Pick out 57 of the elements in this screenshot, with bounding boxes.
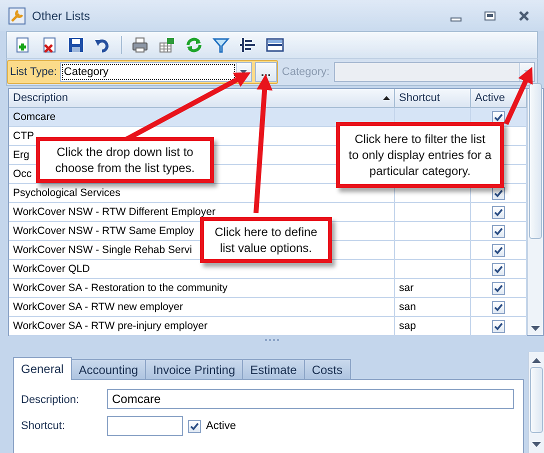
scroll-down-icon[interactable] [531,326,540,331]
maximize-icon[interactable] [484,10,496,22]
column-header[interactable]: Description [9,89,395,108]
filter-icon[interactable] [212,36,230,54]
tab[interactable]: General [13,357,72,380]
shortcut-field[interactable] [107,416,183,436]
caret-icon [240,70,248,74]
printer-icon[interactable] [131,36,149,54]
scroll-down-icon[interactable] [532,442,541,447]
table-cell: WorkCover SA - RTW new employer [9,298,395,317]
checkbox[interactable] [492,320,505,332]
tab[interactable]: Estimate [242,359,305,379]
tab[interactable]: Invoice Printing [145,359,244,379]
scroll-thumb[interactable] [530,367,543,433]
table-cell: sap [395,317,471,336]
description-field[interactable]: Comcare [107,389,514,409]
wrench-icon [8,6,26,24]
caret-icon [524,70,530,74]
field-label: Shortcut: [21,419,66,434]
checkbox[interactable] [492,224,505,238]
align-icon[interactable] [239,36,257,54]
checkbox-label: Active [206,420,236,432]
table-cell: san [395,298,471,317]
list-type-label: List Type: [10,66,57,78]
category-label: Category: [282,66,330,78]
sort-ascending-icon [383,96,390,100]
field-label: Description: [21,393,80,408]
callout: Click here to filter the list to only display entries for a particular category. [336,122,504,188]
checkbox[interactable] [492,206,505,218]
checkbox[interactable] [492,262,505,276]
scrollbar[interactable] [528,352,544,453]
save-icon[interactable] [67,36,85,54]
checkbox[interactable] [492,282,505,294]
checkbox[interactable] [492,300,505,314]
tab[interactable]: Accounting [70,359,146,379]
list-type-dropdown[interactable]: Category [60,62,252,82]
scroll-thumb[interactable] [529,83,542,239]
table-cell: Comcare [9,108,395,127]
arrow [504,66,533,126]
checkbox[interactable] [492,244,505,256]
checkbox[interactable] [492,110,505,124]
table-cell: sar [395,279,471,298]
column-header[interactable]: Shortcut [395,89,471,108]
checkbox[interactable] [188,420,201,432]
table-cell: WorkCover SA - Restoration to the community [9,279,395,298]
callout: Click the drop down list to choose from the list types. [36,137,214,183]
refresh-icon[interactable] [185,36,203,54]
tab[interactable]: Costs [304,359,350,379]
window-title: Other Lists [32,8,92,22]
callout: Click here to define list value options. [200,217,332,263]
scroll-up-icon[interactable] [532,358,541,363]
close-icon[interactable] [518,10,530,22]
table-cell: WorkCover SA - RTW pre-injury employer [9,317,395,336]
category-dropdown[interactable] [334,62,535,82]
column-header[interactable]: Active [471,89,527,108]
panel-icon[interactable] [266,36,284,54]
spreadsheet-icon[interactable] [158,36,176,54]
